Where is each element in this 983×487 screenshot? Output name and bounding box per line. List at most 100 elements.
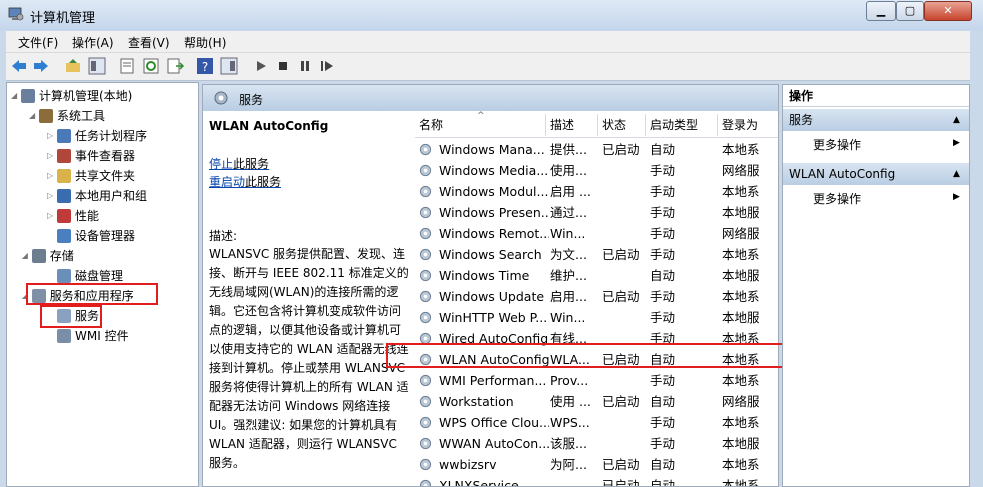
maximize-button[interactable]: ▢: [896, 1, 924, 21]
service-row[interactable]: WMI Performan... Prov... 手动 本地系: [415, 370, 778, 391]
tree-node-icon: [57, 329, 71, 343]
service-row[interactable]: wwbizsrv 为阿... 已启动 自动 本地系: [415, 454, 778, 475]
expand-arrow-icon[interactable]: ▷: [47, 167, 53, 185]
tree-item[interactable]: ▷ 本地用户和组: [7, 187, 197, 205]
service-row[interactable]: Windows Mana... 提供... 已启动 自动 本地系: [415, 139, 778, 160]
tree-item[interactable]: ◢ 计算机管理(本地): [7, 87, 197, 105]
more-actions-wlan[interactable]: 更多操作: [813, 190, 861, 207]
service-startup-type: 手动: [650, 184, 676, 199]
column-logon-as[interactable]: 登录为: [718, 114, 778, 136]
show-action-pane-icon[interactable]: [220, 57, 238, 75]
tree-item[interactable]: ▷ 性能: [7, 207, 197, 225]
service-startup-type: 手动: [650, 289, 676, 304]
up-folder-icon[interactable]: [64, 57, 82, 75]
collapse-arrow-icon[interactable]: ◢: [29, 107, 35, 125]
service-row[interactable]: Windows Remot... Win... 手动 网络服: [415, 223, 778, 244]
column-status[interactable]: 状态: [598, 114, 646, 136]
tree-item[interactable]: WMI 控件: [7, 327, 197, 345]
services-gear-icon: [214, 91, 228, 105]
tree-node-icon: [31, 249, 46, 263]
service-row[interactable]: Windows Time 维护... 自动 本地服: [415, 265, 778, 286]
service-row[interactable]: XLNXService 已启动 自动 本地系: [415, 475, 778, 487]
tree-item[interactable]: ◢ 系统工具: [7, 107, 197, 125]
service-logon: 网络服: [722, 226, 760, 241]
menu-file[interactable]: 文件(F): [18, 34, 58, 51]
column-startup-type[interactable]: 启动类型: [646, 114, 718, 136]
actions-group-services[interactable]: 服务 ▲: [783, 109, 969, 131]
expand-arrow-icon[interactable]: ▷: [47, 207, 53, 225]
back-arrow-icon[interactable]: [10, 57, 28, 75]
export-list-icon[interactable]: [166, 57, 184, 75]
tree-item-label: 系统工具: [57, 109, 106, 123]
actions-group-wlan-label: WLAN AutoConfig: [789, 167, 896, 181]
service-startup-type: 自动: [650, 268, 676, 283]
service-row[interactable]: Windows Search 为文... 已启动 手动 本地系: [415, 244, 778, 265]
minimize-button[interactable]: ▁: [866, 1, 896, 21]
collapse-up-icon[interactable]: ▲: [953, 109, 960, 131]
service-gear-icon: [419, 290, 432, 303]
service-logon: 本地系: [722, 289, 760, 304]
service-row[interactable]: Workstation 使用 ... 已启动 自动 网络服: [415, 391, 778, 412]
service-gear-icon: [419, 206, 432, 219]
tree-item[interactable]: ▷ 共享文件夹: [7, 167, 197, 185]
service-row[interactable]: Windows Media... 使用... 手动 网络服: [415, 160, 778, 181]
refresh-icon[interactable]: [142, 57, 160, 75]
list-header: 名称 描述 状态 启动类型 登录为 ^: [415, 111, 778, 138]
stop-service-icon[interactable]: [274, 57, 292, 75]
expand-arrow-icon[interactable]: ▷: [47, 127, 53, 145]
service-row[interactable]: WPS Office Clou... WPS... 手动 本地系: [415, 412, 778, 433]
tree-item[interactable]: 服务: [7, 307, 197, 325]
more-actions-services[interactable]: 更多操作: [813, 136, 861, 153]
actions-group-services-label: 服务: [789, 113, 814, 127]
actions-pane: 操作 服务 ▲ 更多操作 ▶ WLAN AutoConfig ▲ 更多操作 ▶: [782, 84, 970, 487]
title-bar: 计算机管理 ▁ ▢ ✕: [0, 0, 983, 30]
tree-item[interactable]: 设备管理器: [7, 227, 197, 245]
service-name: WWAN AutoCon...: [439, 436, 549, 451]
stop-service-link[interactable]: 停止: [209, 157, 233, 171]
service-name: Windows Modul...: [439, 184, 549, 199]
start-service-icon[interactable]: [252, 57, 270, 75]
service-logon: 本地系: [722, 478, 760, 487]
service-status: 已启动: [602, 289, 640, 304]
services-list: 名称 描述 状态 启动类型 登录为 ^ Windows Mana... 提供...…: [415, 111, 778, 486]
service-description: WPS...: [550, 415, 590, 430]
service-logon: 本地系: [722, 184, 760, 199]
collapse-arrow-icon[interactable]: ◢: [11, 87, 17, 105]
help-icon[interactable]: ?: [196, 57, 214, 75]
tree-item-label: 存储: [49, 249, 74, 263]
window-edge: [970, 30, 983, 485]
menu-view[interactable]: 查看(V): [128, 34, 170, 51]
restart-service-link[interactable]: 重启动: [209, 175, 245, 189]
menu-help[interactable]: 帮助(H): [184, 34, 226, 51]
properties-icon[interactable]: [118, 57, 136, 75]
service-gear-icon: [419, 164, 432, 177]
collapse-up-icon[interactable]: ▲: [953, 163, 960, 185]
submenu-arrow-icon: ▶: [953, 192, 960, 202]
expand-arrow-icon[interactable]: ▷: [47, 187, 53, 205]
tree-item-label: 任务计划程序: [75, 129, 148, 143]
pause-service-icon[interactable]: [296, 57, 314, 75]
toolbar: ?: [6, 53, 970, 81]
expand-arrow-icon[interactable]: ▷: [47, 147, 53, 165]
service-logon: 本地服: [722, 310, 760, 325]
service-description: 该服...: [550, 436, 587, 451]
restart-service-icon[interactable]: [318, 57, 336, 75]
tree-item[interactable]: ◢ 存储: [7, 247, 197, 265]
service-row[interactable]: Windows Update 启用... 已启动 手动 本地系: [415, 286, 778, 307]
service-name: XLNXService: [439, 478, 519, 487]
tree-node-icon: [57, 229, 71, 243]
service-name: wwbizsrv: [439, 457, 497, 472]
menu-action[interactable]: 操作(A): [72, 34, 114, 51]
close-button[interactable]: ✕: [924, 1, 972, 21]
actions-group-wlan[interactable]: WLAN AutoConfig ▲: [783, 163, 969, 185]
forward-arrow-icon[interactable]: [32, 57, 50, 75]
tree-item[interactable]: ▷ 任务计划程序: [7, 127, 197, 145]
tree-item[interactable]: ▷ 事件查看器: [7, 147, 197, 165]
service-row[interactable]: WinHTTP Web P... Win... 手动 本地服: [415, 307, 778, 328]
service-row[interactable]: Windows Modul... 启用 ... 手动 本地系: [415, 181, 778, 202]
column-description[interactable]: 描述: [546, 114, 598, 136]
show-tree-icon[interactable]: [88, 57, 106, 75]
service-row[interactable]: WWAN AutoCon... 该服... 手动 本地服: [415, 433, 778, 454]
collapse-arrow-icon[interactable]: ◢: [22, 247, 28, 265]
service-row[interactable]: Windows Presen... 通过... 手动 本地服: [415, 202, 778, 223]
